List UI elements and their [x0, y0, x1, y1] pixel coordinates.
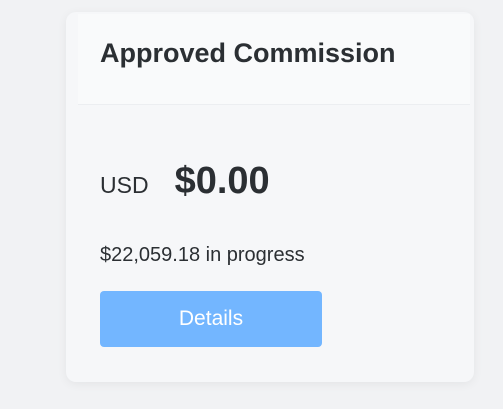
- in-progress-amount: $22,059.18 in progress: [100, 244, 305, 266]
- commission-amount: $0.00: [174, 160, 270, 202]
- details-button[interactable]: Details: [100, 291, 322, 347]
- currency-label: USD: [100, 172, 149, 198]
- amount-row: USD $0.00: [100, 160, 270, 203]
- card-header: Approved Commission: [78, 14, 470, 105]
- approved-commission-card: Approved Commission USD $0.00 $22,059.18…: [66, 12, 474, 382]
- card-title: Approved Commission: [100, 38, 396, 68]
